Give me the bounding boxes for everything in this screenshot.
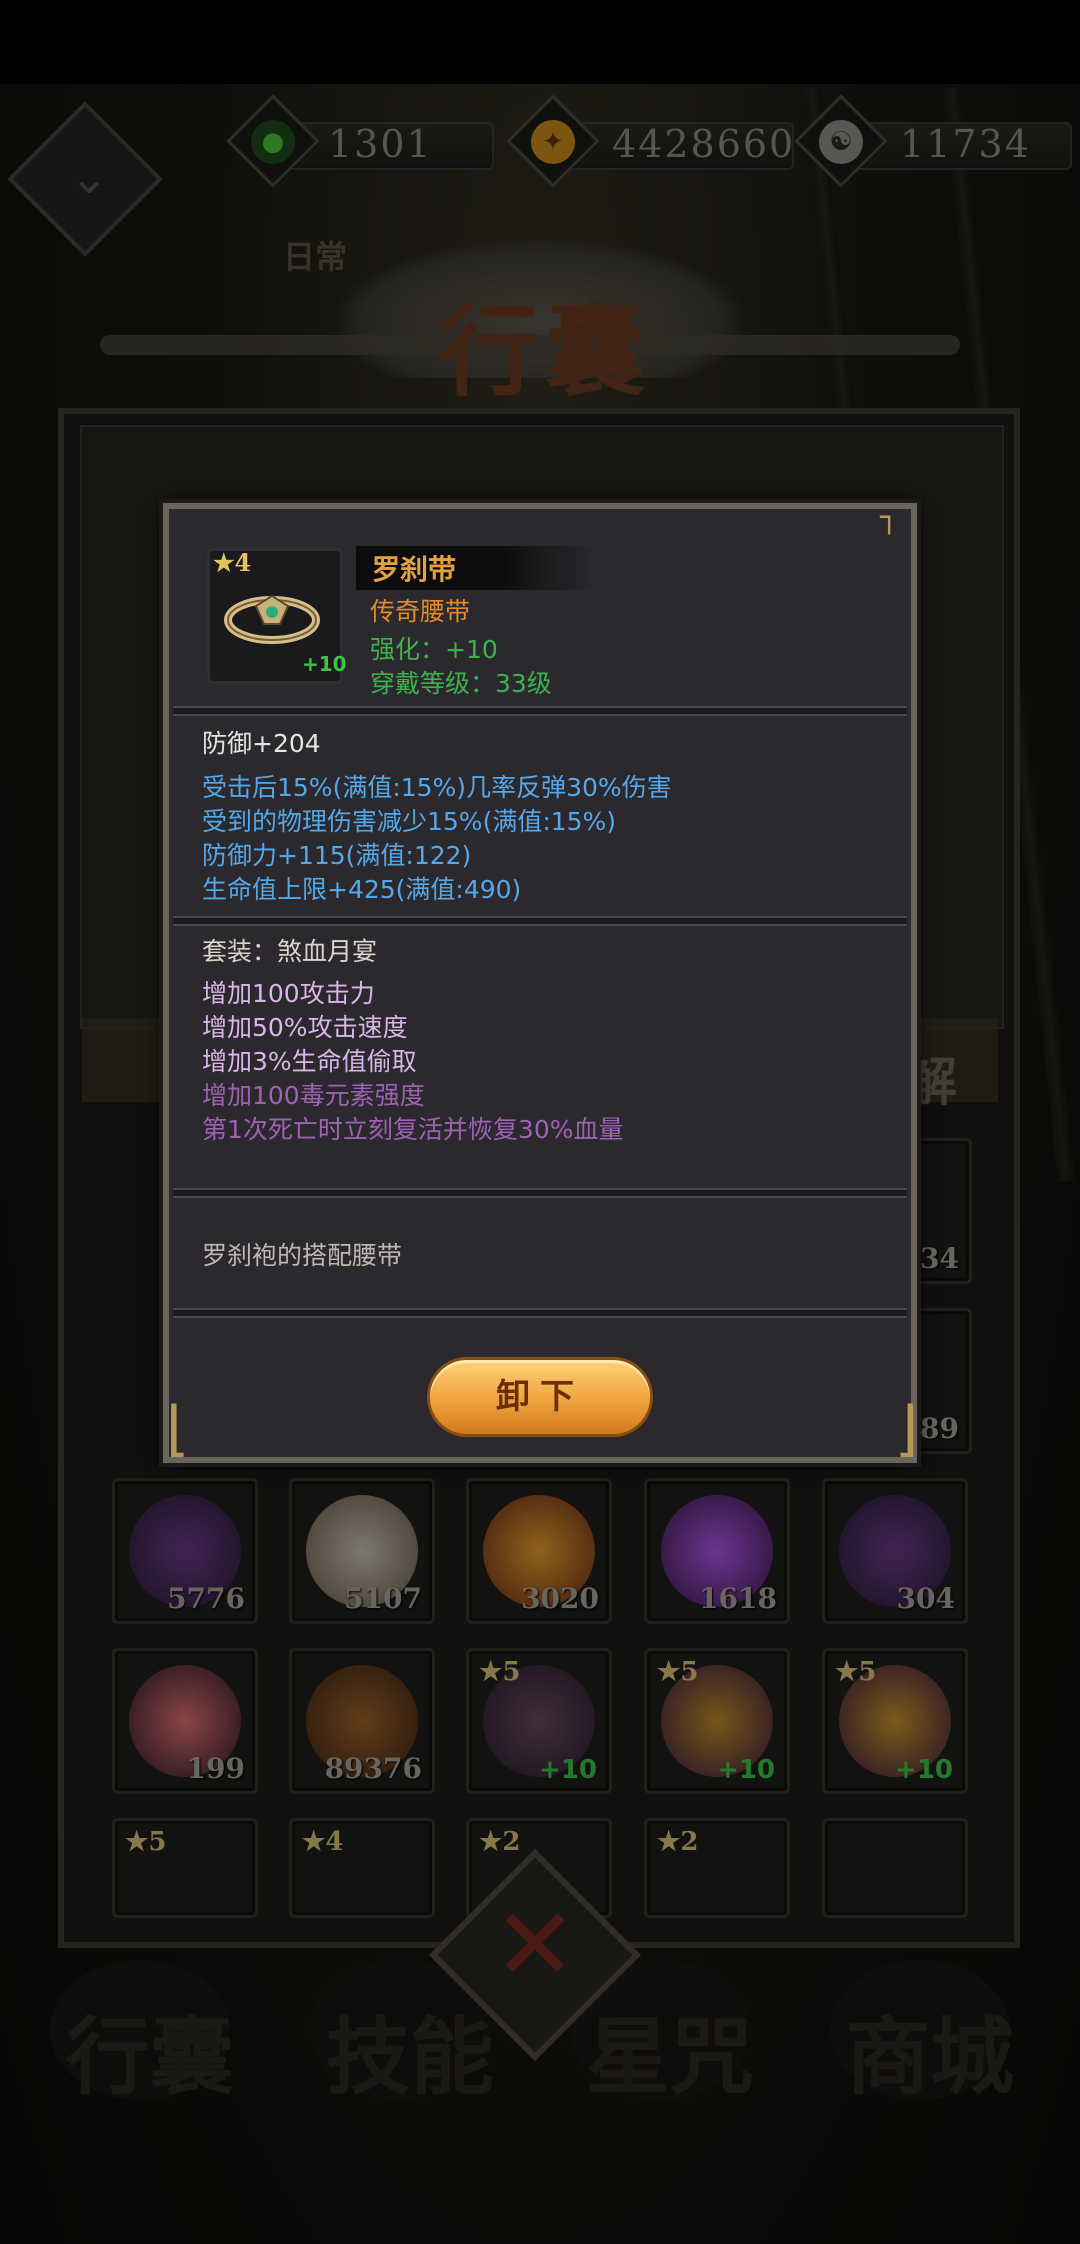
unequip-button[interactable]: 卸下 — [427, 1357, 653, 1437]
extra-stat: 防御力+115(满值:122) — [202, 841, 472, 870]
star-icon: ★4 — [213, 548, 252, 577]
level-requirement: 穿戴等级：33级 — [370, 669, 552, 698]
status-bar — [0, 0, 1080, 84]
extra-stat: 受击后15%(满值:15%)几率反弹30%伤害 — [202, 773, 672, 802]
enhance-level: 强化：+10 — [370, 635, 498, 664]
item-type: 传奇腰带 — [370, 597, 471, 626]
set-bonus-inactive: 增加100毒元素强度 — [202, 1081, 425, 1110]
enhance-badge: +10 — [302, 652, 347, 676]
corner-ornament: ⌊ — [166, 1394, 190, 1464]
set-bonus-active: 增加50%攻击速度 — [202, 1013, 408, 1042]
base-stat: 防御+204 — [202, 729, 321, 758]
item-name: 罗刹带 — [372, 553, 457, 586]
item-description: 罗刹袍的搭配腰带 — [202, 1241, 403, 1270]
divider — [173, 1308, 907, 1318]
divider — [173, 706, 907, 716]
set-bonus-inactive: 第1次死亡时立刻复活并恢复30%血量 — [202, 1115, 624, 1144]
set-bonus-active: 增加3%生命值偷取 — [202, 1047, 417, 1076]
corner-ornament: ⌋ — [894, 1394, 918, 1464]
set-title: 套装：煞血月宴 — [202, 937, 378, 966]
set-bonus-active: 增加100攻击力 — [202, 979, 375, 1008]
extra-stat: 生命值上限+425(满值:490) — [202, 875, 522, 904]
belt-icon — [224, 594, 320, 644]
divider — [173, 916, 907, 926]
extra-stat: 受到的物理伤害减少15%(满值:15%) — [202, 807, 617, 836]
divider — [173, 1188, 907, 1198]
corner-ornament: ┐ — [880, 500, 899, 535]
